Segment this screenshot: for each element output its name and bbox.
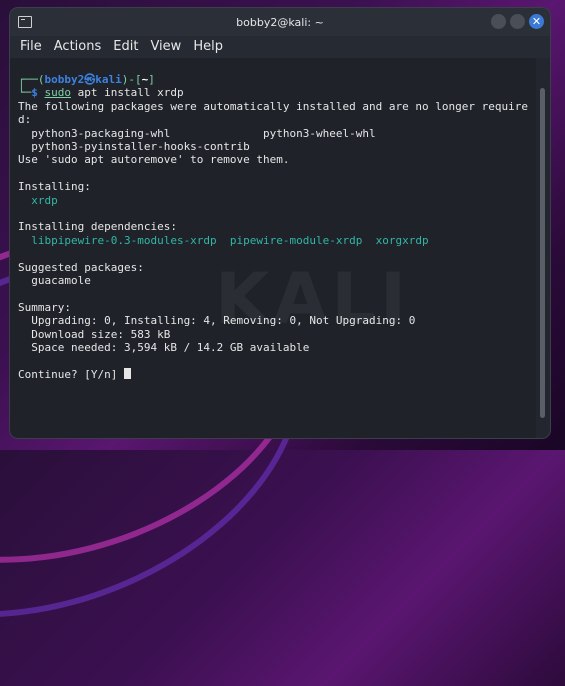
terminal-app-icon xyxy=(18,16,32,28)
prompt-corner: └─ xyxy=(18,86,32,100)
output-line: python3-packaging-whl python3-wheel-whl xyxy=(18,126,376,140)
command-sudo: sudo xyxy=(44,86,72,100)
output-line: d: xyxy=(18,113,32,127)
menu-view[interactable]: View xyxy=(150,39,181,54)
prompt-dollar: $ xyxy=(31,86,45,100)
output-line: The following packages were automaticall… xyxy=(18,99,528,113)
title-bar[interactable]: bobby2@kali: ~ ✕ xyxy=(10,8,550,36)
terminal-window: bobby2@kali: ~ ✕ File Actions Edit View … xyxy=(10,8,550,438)
terminal-output[interactable]: KALI ┌──(bobby2㉿kali)-[~] └─$ sudo apt in… xyxy=(10,58,536,438)
prompt-bracket: )-[ xyxy=(121,73,142,86)
output-line: Installing: xyxy=(18,180,91,194)
prompt-bracket: ] xyxy=(148,73,155,86)
output-line: python3-pyinstaller-hooks-contrib xyxy=(18,140,250,154)
prompt-user: bobby2㉿kali xyxy=(44,73,122,86)
menu-bar: File Actions Edit View Help xyxy=(10,36,550,56)
scrollbar[interactable] xyxy=(536,58,550,438)
summary-line: Space needed: 3,594 kB / 14.2 GB availab… xyxy=(18,341,310,355)
window-title: bobby2@kali: ~ xyxy=(236,15,324,29)
deps-header: Installing dependencies: xyxy=(18,220,177,234)
menu-actions[interactable]: Actions xyxy=(54,39,102,54)
prompt-bracket: ┌──( xyxy=(18,73,45,86)
deps-packages: libpipewire-0.3-modules-xrdp pipewire-mo… xyxy=(18,233,429,247)
install-package: xrdp xyxy=(18,193,58,207)
close-icon: ✕ xyxy=(531,15,542,28)
kali-watermark: KALI xyxy=(215,258,411,340)
scrollbar-thumb[interactable] xyxy=(540,88,545,418)
summary-header: Summary: xyxy=(18,300,71,314)
summary-line: Download size: 583 kB xyxy=(18,327,171,341)
continue-prompt: Continue? [Y/n] xyxy=(18,367,124,381)
menu-help[interactable]: Help xyxy=(193,39,223,54)
menu-edit[interactable]: Edit xyxy=(113,39,138,54)
text-cursor xyxy=(123,367,131,379)
suggest-package: guacamole xyxy=(18,274,91,288)
close-button[interactable]: ✕ xyxy=(529,14,544,29)
command-text: apt install xrdp xyxy=(71,86,184,100)
maximize-button[interactable] xyxy=(510,14,525,29)
menu-file[interactable]: File xyxy=(20,39,42,54)
minimize-button[interactable] xyxy=(491,14,506,29)
output-line: Use 'sudo apt autoremove' to remove them… xyxy=(18,153,290,167)
suggest-header: Suggested packages: xyxy=(18,260,144,274)
